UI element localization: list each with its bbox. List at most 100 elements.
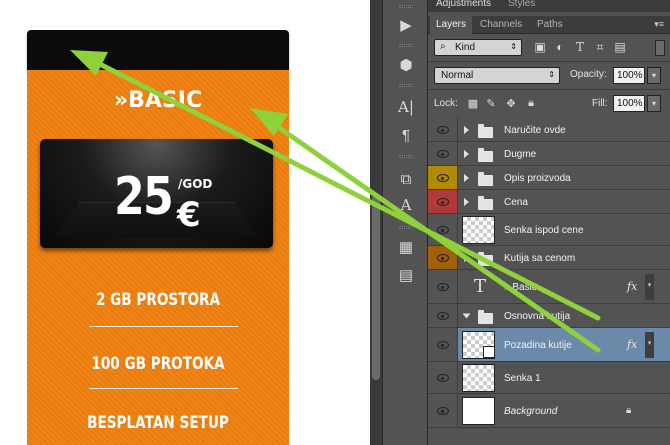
lock-brush-icon[interactable]: ✎ xyxy=(484,97,498,111)
layer-row-group[interactable]: Kutija sa cenom xyxy=(428,246,670,270)
fx-expand-icon[interactable]: ▾ xyxy=(645,332,654,358)
layer-row-pixel[interactable]: Senka ispod cene xyxy=(428,214,670,246)
layer-name: Senka ispod cene xyxy=(504,225,584,236)
layer-row-pixel-selected[interactable]: Pozadina kutije fx ▾ xyxy=(428,328,670,362)
strip-grip[interactable] xyxy=(399,226,413,229)
filter-toggle-switch[interactable] xyxy=(655,40,665,56)
layer-name: Pozadina kutije xyxy=(504,340,572,351)
layer-name: Dugme xyxy=(504,149,537,160)
paragraph-icon[interactable]: ¶ xyxy=(392,124,420,146)
eye-icon xyxy=(437,150,449,158)
layer-row-pixel[interactable]: Senka 1 xyxy=(428,362,670,394)
visibility-toggle[interactable] xyxy=(428,328,458,361)
divider xyxy=(428,61,670,62)
tab-adjustments[interactable]: Adjustments xyxy=(436,0,491,9)
layer-row-group[interactable]: Naručite ovde xyxy=(428,118,670,142)
folder-icon xyxy=(478,252,493,266)
chevron-updown-icon: ⇕ xyxy=(510,42,517,51)
filter-shape-icon[interactable]: ⌗ xyxy=(592,40,608,56)
layer-row-group[interactable]: Opis proizvoda xyxy=(428,166,670,190)
text-character-icon[interactable]: A| xyxy=(392,96,420,118)
visibility-toggle[interactable] xyxy=(428,246,458,269)
feature-divider xyxy=(89,388,238,389)
visibility-toggle[interactable] xyxy=(428,118,458,141)
opacity-field[interactable]: 100% xyxy=(613,67,645,84)
strip-grip[interactable] xyxy=(399,44,413,47)
panel-icon-strip: ▶ ⬢ A| ¶ ⧉ A ▦ ▤ xyxy=(382,0,428,445)
visibility-toggle[interactable] xyxy=(428,304,458,327)
text-icon[interactable]: A xyxy=(392,194,420,216)
play-icon[interactable]: ▶ xyxy=(392,14,420,36)
visibility-toggle[interactable] xyxy=(428,166,458,189)
notes-icon[interactable]: ▤ xyxy=(392,264,420,286)
layer-thumbnail xyxy=(462,364,495,392)
layer-row-group[interactable]: Osnovna kutija xyxy=(428,304,670,328)
lock-all-icon[interactable]: 🔒︎ xyxy=(524,97,538,111)
fill-dropdown-arrow[interactable]: ▾ xyxy=(647,95,661,112)
eye-icon xyxy=(437,254,449,262)
eye-icon xyxy=(437,374,449,382)
collapse-caret-icon[interactable] xyxy=(462,313,471,319)
pricing-card: »BASIC 25 /GOD € 2 GB PROSTORA 100 GB PR… xyxy=(27,70,289,445)
tab-layers[interactable]: Layers xyxy=(430,16,473,34)
visibility-toggle[interactable] xyxy=(428,214,458,245)
expand-caret-icon[interactable] xyxy=(464,174,469,182)
eye-icon xyxy=(437,198,449,206)
price-box: 25 /GOD € xyxy=(40,139,273,248)
tab-paths[interactable]: Paths xyxy=(531,16,569,34)
panel-menu-icon[interactable]: ▾≡ xyxy=(654,19,664,30)
fx-icon[interactable]: fx xyxy=(627,338,637,351)
blend-mode-select[interactable]: Normal ⇕ xyxy=(434,67,560,84)
layer-name: Osnovna kutija xyxy=(504,311,571,322)
visibility-toggle[interactable] xyxy=(428,190,458,213)
visibility-toggle[interactable] xyxy=(428,362,458,393)
swatches-icon[interactable]: ▦ xyxy=(392,236,420,258)
tab-styles[interactable]: Styles xyxy=(508,0,535,9)
opacity-label: Opacity: xyxy=(570,69,607,80)
layer-row-background[interactable]: Background 🔒︎ xyxy=(428,394,670,428)
filter-type-icon[interactable]: T xyxy=(572,40,588,56)
filter-adjustment-icon[interactable]: ◐ xyxy=(552,40,568,56)
layer-row-text[interactable]: T » Basic fx ▾ xyxy=(428,270,670,304)
feature-bandwidth: 100 GB PROTOKA xyxy=(91,354,225,374)
opacity-dropdown-arrow[interactable]: ▾ xyxy=(647,67,661,84)
folder-icon xyxy=(478,310,493,324)
lock-transparent-icon[interactable]: ▩ xyxy=(466,97,480,111)
fill-field[interactable]: 100% xyxy=(613,95,645,112)
expand-caret-icon[interactable] xyxy=(464,254,469,262)
layer-row-group[interactable]: Cena xyxy=(428,190,670,214)
fill-label: Fill: xyxy=(592,98,608,109)
3d-cube-icon[interactable]: ⬢ xyxy=(392,54,420,76)
fx-expand-icon[interactable]: ▾ xyxy=(645,274,654,300)
folder-icon xyxy=(478,196,493,210)
scrollbar-thumb[interactable] xyxy=(372,195,380,380)
eye-icon xyxy=(437,174,449,182)
layer-name: Background xyxy=(504,406,558,417)
document-canvas[interactable]: »BASIC 25 /GOD € 2 GB PROSTORA 100 GB PR… xyxy=(0,0,370,445)
strip-grip[interactable] xyxy=(399,5,413,8)
layer-name: Opis proizvoda xyxy=(504,173,571,184)
filter-kind-select[interactable]: ⌕ Kind ⇕ xyxy=(434,39,522,56)
expand-caret-icon[interactable] xyxy=(464,198,469,206)
filter-pixel-icon[interactable]: ▣ xyxy=(532,40,548,56)
strip-grip[interactable] xyxy=(399,155,413,158)
layer-comps-icon[interactable]: ⧉ xyxy=(392,168,420,190)
expand-caret-icon[interactable] xyxy=(464,126,469,134)
lock-move-icon[interactable]: ✥ xyxy=(504,97,518,111)
expand-caret-icon[interactable] xyxy=(464,150,469,158)
layer-thumbnail xyxy=(462,397,495,425)
fx-icon[interactable]: fx xyxy=(627,280,637,293)
filter-smartobject-icon[interactable]: ▤ xyxy=(612,40,628,56)
visibility-toggle[interactable] xyxy=(428,394,458,427)
visibility-toggle[interactable] xyxy=(428,270,458,303)
lock-icon: 🔒︎ xyxy=(626,405,632,416)
eye-icon xyxy=(437,283,449,291)
strip-grip[interactable] xyxy=(399,84,413,87)
lock-label: Lock: xyxy=(434,98,458,109)
layer-row-group[interactable]: Dugme xyxy=(428,142,670,166)
visibility-toggle[interactable] xyxy=(428,142,458,165)
tab-channels[interactable]: Channels xyxy=(474,16,528,34)
eye-icon xyxy=(437,341,449,349)
folder-icon xyxy=(478,172,493,186)
eye-icon xyxy=(437,126,449,134)
